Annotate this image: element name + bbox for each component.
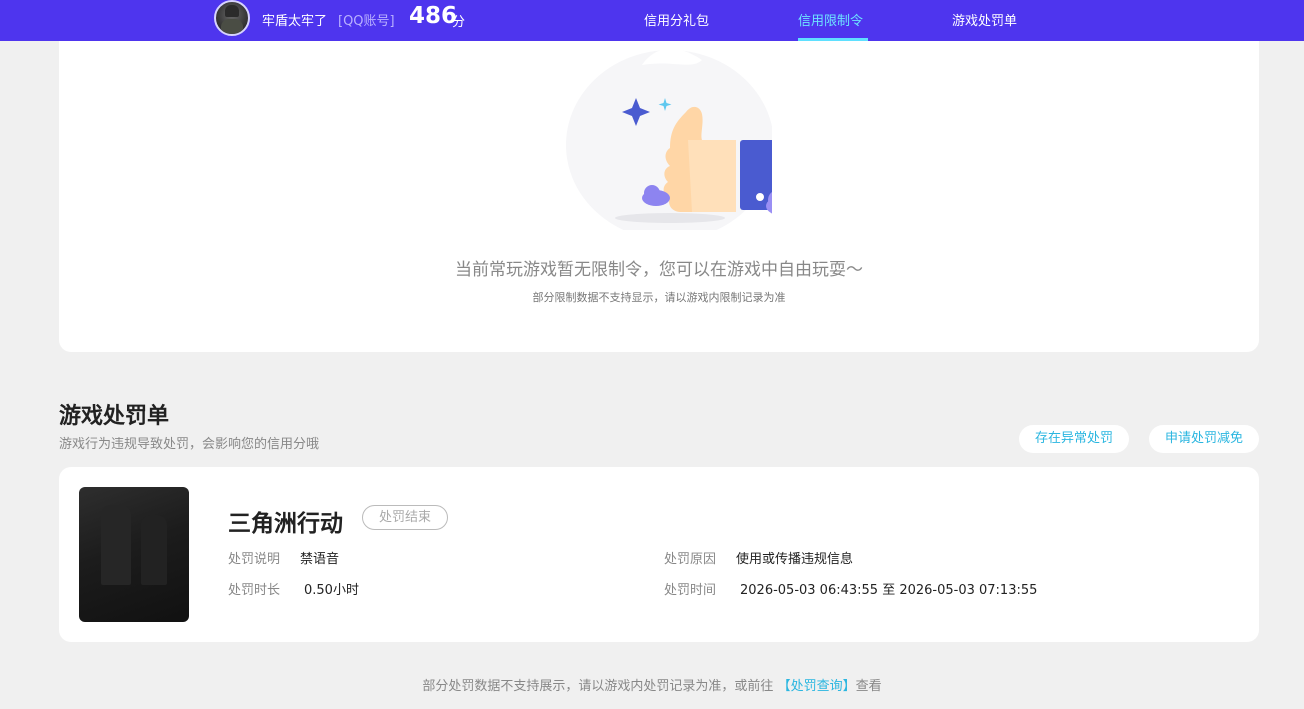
apply-reduction-button[interactable]: 申请处罚减免	[1149, 425, 1259, 453]
footer-note-suffix: 查看	[855, 679, 882, 694]
thumbs-up-illustration	[566, 48, 772, 230]
tab-credit-gift[interactable]: 信用分礼包	[644, 10, 709, 29]
game-name: 三角洲行动	[228, 511, 343, 537]
penalty-section-title: 游戏处罚单	[59, 404, 170, 429]
penalty-desc-value: 禁语音	[300, 552, 340, 567]
active-tab-indicator	[798, 38, 868, 41]
penalty-reason-label: 处罚原因	[664, 552, 717, 567]
account-type-label: [QQ账号]	[338, 14, 395, 29]
user-avatar[interactable]	[214, 0, 250, 36]
footer-note-prefix: 部分处罚数据不支持展示，请以游戏内处罚记录为准，或前往	[422, 679, 774, 694]
credit-score: 486	[409, 3, 458, 29]
empty-restriction-title: 当前常玩游戏暂无限制令，您可以在游戏中自由玩耍～	[455, 260, 863, 280]
penalty-duration-label: 处罚时长	[228, 583, 281, 598]
penalty-query-link[interactable]: 【处罚查询】	[778, 679, 856, 694]
footer-note: 部分处罚数据不支持展示，请以游戏内处罚记录为准，或前往 【处罚查询】查看	[0, 675, 1304, 694]
penalty-duration-value: 0.50小时	[304, 583, 359, 598]
top-nav-bar: 牢盾太牢了 [QQ账号] 486 分 信用分礼包 信用限制令 游戏处罚单	[0, 0, 1304, 41]
tab-credit-restriction[interactable]: 信用限制令	[798, 10, 863, 29]
username: 牢盾太牢了	[262, 14, 328, 29]
penalty-card: 三角洲行动 处罚结束 处罚说明 禁语音 处罚原因 使用或传播违规信息 处罚时长 …	[59, 467, 1259, 642]
penalty-time-value: 2026-05-03 06:43:55 至 2026-05-03 07:13:5…	[740, 583, 1038, 598]
tab-game-penalty[interactable]: 游戏处罚单	[952, 10, 1017, 29]
penalty-section-description: 游戏行为违规导致处罚，会影响您的信用分哦	[59, 437, 320, 452]
score-unit: 分	[452, 15, 466, 30]
game-cover-image	[79, 487, 189, 622]
abnormal-penalty-button[interactable]: 存在异常处罚	[1019, 425, 1129, 453]
empty-restriction-subtitle: 部分限制数据不支持显示，请以游戏内限制记录为准	[532, 291, 786, 304]
restriction-card: 当前常玩游戏暂无限制令，您可以在游戏中自由玩耍～ 部分限制数据不支持显示，请以游…	[59, 20, 1259, 352]
penalty-reason-value: 使用或传播违规信息	[736, 552, 854, 567]
status-badge: 处罚结束	[362, 505, 448, 530]
penalty-time-label: 处罚时间	[664, 583, 717, 598]
penalty-desc-label: 处罚说明	[228, 552, 281, 567]
